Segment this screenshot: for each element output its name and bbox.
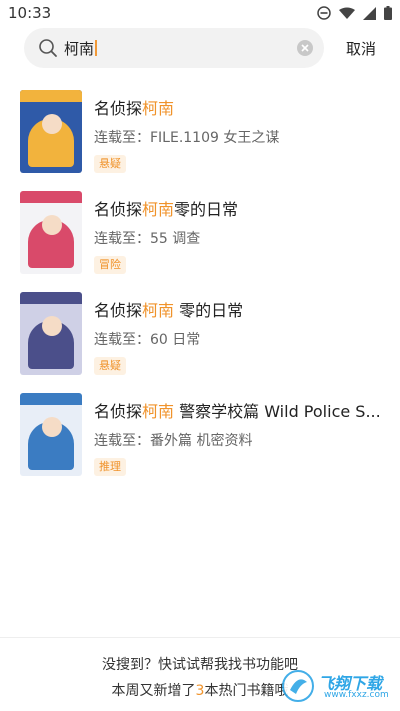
watermark-url: www.fxxz.com xyxy=(324,690,389,700)
cover-title-band xyxy=(20,90,82,102)
results-list: 名侦探柯南 连载至：FILE.1109 女王之谋 悬疑 名侦探柯南零的日常 连载… xyxy=(0,90,400,494)
cover-face xyxy=(42,215,62,235)
battery-icon xyxy=(384,6,392,20)
cover-title-band xyxy=(20,191,82,203)
search-query: 柯南 xyxy=(64,38,98,59)
status-time: 10:33 xyxy=(8,4,52,22)
book-cover xyxy=(20,292,82,375)
book-progress: 连载至：番外篇 机密资料 xyxy=(94,433,253,449)
book-title: 名侦探柯南零的日常 xyxy=(94,200,239,219)
cover-face xyxy=(42,114,62,134)
book-cover xyxy=(20,90,82,173)
list-item[interactable]: 名侦探柯南 零的日常 连载至：60 日常 悬疑 xyxy=(0,292,400,393)
cover-face xyxy=(42,316,62,336)
book-progress: 连载至：60 日常 xyxy=(94,332,201,348)
search-icon xyxy=(39,39,57,57)
book-title: 名侦探柯南 xyxy=(94,99,175,118)
list-item[interactable]: 名侦探柯南 连载至：FILE.1109 女王之谋 悬疑 xyxy=(0,90,400,191)
cover-title-band xyxy=(20,292,82,304)
book-progress: 连载至：55 调查 xyxy=(94,231,201,247)
search-input[interactable]: 柯南 xyxy=(24,28,324,68)
genre-tag: 悬疑 xyxy=(94,357,126,375)
book-title: 名侦探柯南 警察学校篇 Wild Police S... xyxy=(94,402,381,421)
cover-face xyxy=(42,417,62,437)
book-title: 名侦探柯南 零的日常 xyxy=(94,301,244,320)
status-icons xyxy=(317,6,392,20)
book-progress: 连载至：FILE.1109 女王之谋 xyxy=(94,130,280,146)
genre-tag: 冒险 xyxy=(94,256,126,274)
cancel-button[interactable]: 取消 xyxy=(346,38,376,59)
genre-tag: 推理 xyxy=(94,458,126,476)
genre-tag: 悬疑 xyxy=(94,155,126,173)
book-cover xyxy=(20,191,82,274)
list-item[interactable]: 名侦探柯南 警察学校篇 Wild Police S... 连载至：番外篇 机密资… xyxy=(0,393,400,494)
book-cover xyxy=(20,393,82,476)
do-not-disturb-icon xyxy=(317,6,331,20)
clear-icon[interactable] xyxy=(296,39,314,57)
search-bar: 柯南 取消 xyxy=(0,28,400,72)
list-item[interactable]: 名侦探柯南零的日常 连载至：55 调查 冒险 xyxy=(0,191,400,292)
status-bar: 10:33 xyxy=(0,0,400,28)
wifi-icon xyxy=(339,7,355,19)
text-caret xyxy=(95,40,98,56)
cover-title-band xyxy=(20,393,82,405)
signal-icon xyxy=(363,6,376,20)
